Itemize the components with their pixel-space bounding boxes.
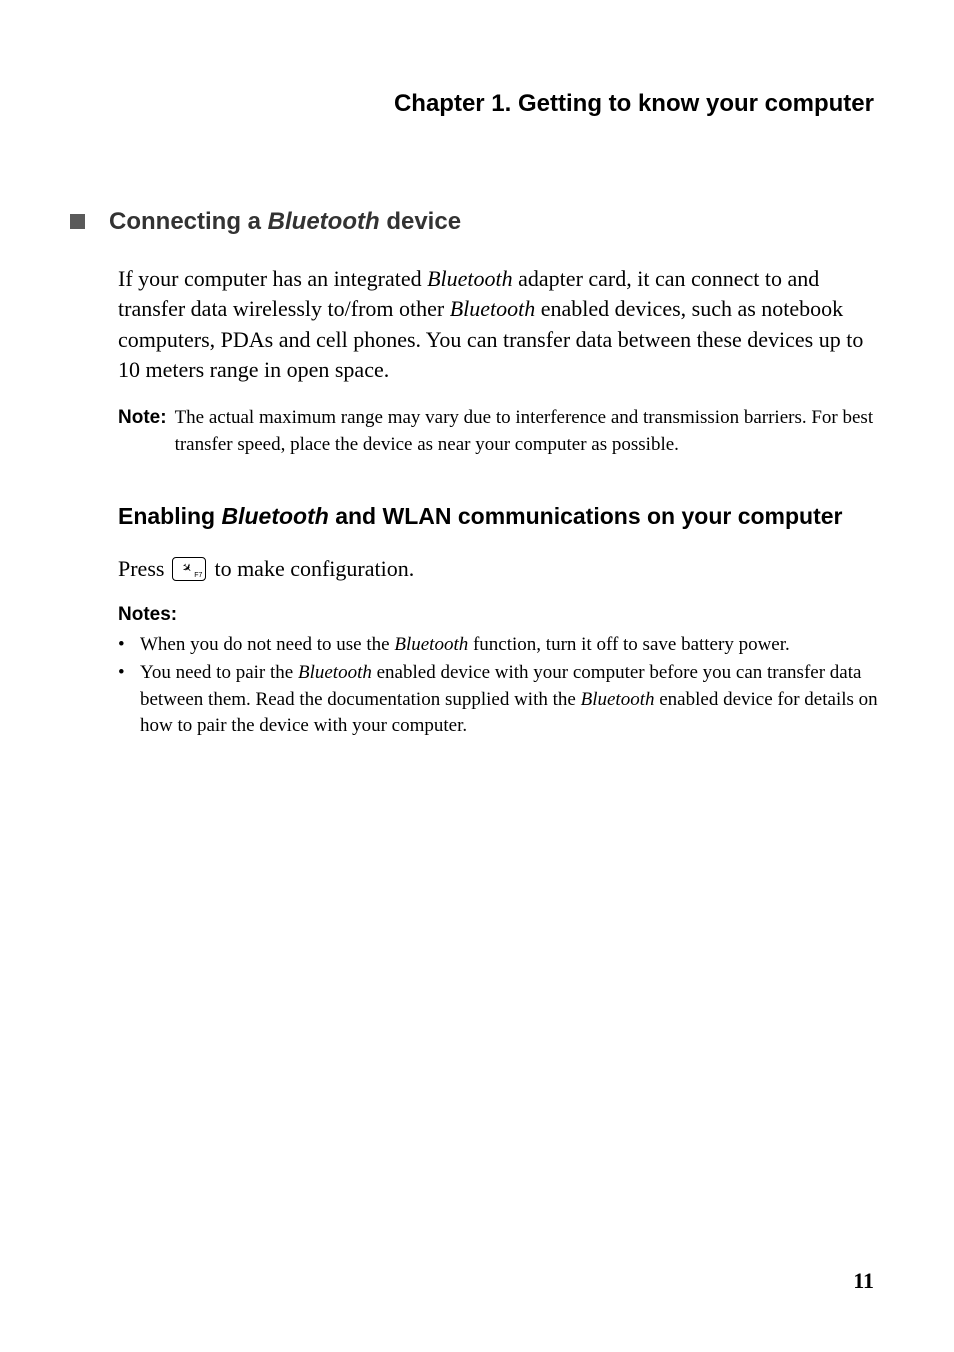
text-italic: Bluetooth: [581, 689, 655, 710]
paragraph-bluetooth-intro: If your computer has an integrated Bluet…: [118, 264, 884, 385]
airplane-key-icon: ✈ F7: [172, 557, 206, 581]
key-sublabel: F7: [194, 572, 202, 579]
list-item-text: You need to pair the Bluetooth enabled d…: [140, 660, 884, 740]
text-italic: Bluetooth: [427, 266, 513, 291]
notes-label: Notes:: [118, 604, 884, 626]
subheading-post: and WLAN communications on your computer: [329, 503, 843, 529]
press-post: to make configuration.: [214, 556, 414, 582]
subheading-pre: Enabling: [118, 503, 222, 529]
subheading-italic: Bluetooth: [222, 503, 329, 529]
notes-list: • When you do not need to use the Blueto…: [118, 632, 884, 740]
section-title-pre: Connecting a: [109, 208, 268, 235]
text: If your computer has an integrated: [118, 266, 427, 291]
section-title-italic: Bluetooth: [268, 208, 380, 235]
subheading: Enabling Bluetooth and WLAN communicatio…: [118, 503, 884, 530]
note-label: Note:: [118, 405, 167, 458]
section-title-post: device: [380, 208, 461, 235]
chapter-header: Chapter 1. Getting to know your computer: [70, 90, 884, 118]
section-title: Connecting a Bluetooth device: [109, 208, 461, 236]
list-item-text: When you do not need to use the Bluetoot…: [140, 632, 884, 659]
text: You need to pair the: [140, 662, 298, 683]
text-italic: Bluetooth: [450, 296, 536, 321]
bullet-dot-icon: •: [118, 632, 140, 659]
section-heading-row: Connecting a Bluetooth device: [70, 208, 884, 236]
text: function, turn it off to save battery po…: [468, 634, 790, 655]
press-pre: Press: [118, 556, 164, 582]
text-italic: Bluetooth: [394, 634, 468, 655]
list-item: • You need to pair the Bluetooth enabled…: [118, 660, 884, 740]
page: Chapter 1. Getting to know your computer…: [0, 0, 954, 1352]
bullet-dot-icon: •: [118, 660, 140, 740]
note-body: The actual maximum range may vary due to…: [175, 405, 884, 458]
body-block: If your computer has an integrated Bluet…: [118, 264, 884, 740]
page-number: 11: [853, 1268, 874, 1294]
note-block: Note: The actual maximum range may vary …: [118, 405, 884, 458]
press-line: Press ✈ F7 to make configuration.: [118, 556, 884, 582]
list-item: • When you do not need to use the Blueto…: [118, 632, 884, 659]
square-bullet-icon: [70, 214, 85, 229]
text-italic: Bluetooth: [298, 662, 372, 683]
airplane-glyph: ✈: [180, 560, 196, 576]
text: When you do not need to use the: [140, 634, 394, 655]
